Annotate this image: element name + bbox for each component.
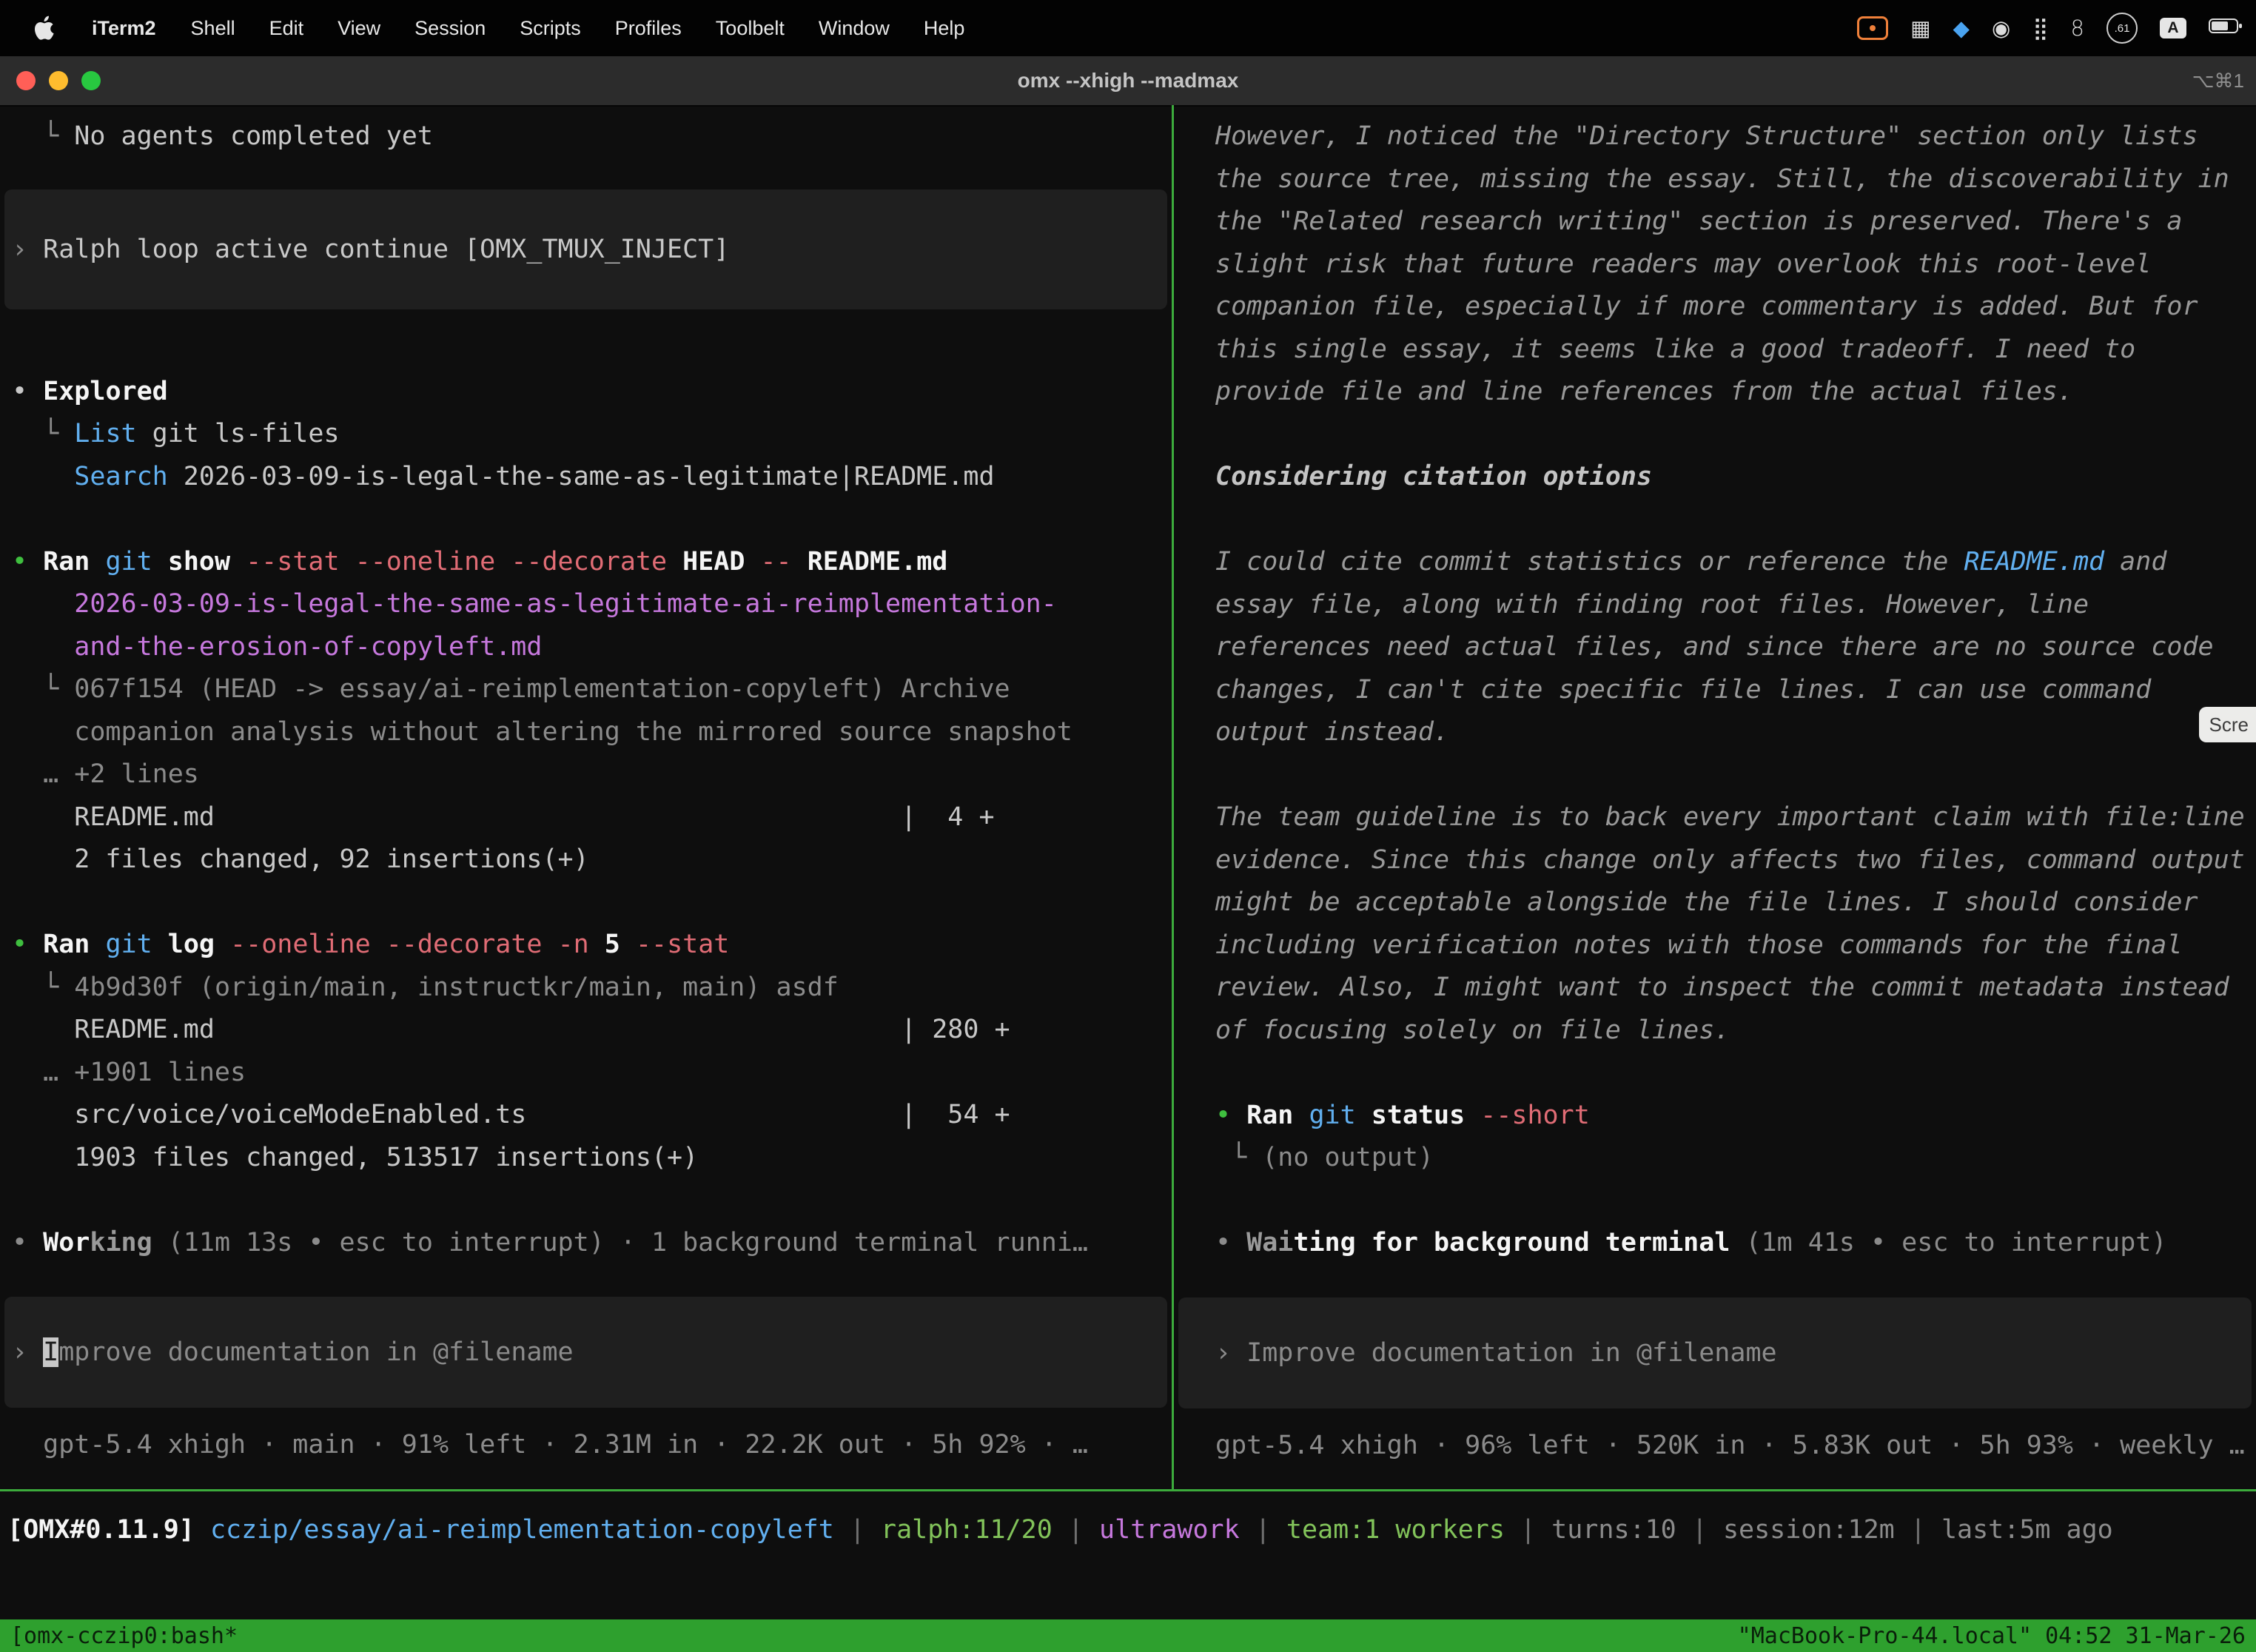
terminal-line: 1903 files changed, 513517 insertions(+)	[0, 1137, 1172, 1180]
pane-divider[interactable]	[1172, 105, 1174, 1491]
terminal-line: … +1901 lines	[0, 1052, 1172, 1095]
terminal-line: README.md | 280 +	[0, 1009, 1172, 1052]
terminal-line: including verification notes with those …	[1174, 924, 2256, 967]
terminal-line: evidence. Since this change only affects…	[1174, 839, 2256, 882]
terminal-line: companion analysis without altering the …	[0, 711, 1172, 754]
terminal-line: └ 067f154 (HEAD -> essay/ai-reimplementa…	[0, 668, 1172, 711]
menu-item[interactable]: View	[320, 17, 397, 40]
title-bar: omx --xhigh --madmax ⌥⌘1	[0, 56, 2256, 107]
terminal-line: The team guideline is to back every impo…	[1174, 796, 2256, 839]
input-source-icon[interactable]: A	[2160, 18, 2186, 38]
keyhole-status-icon[interactable]: 8	[2071, 18, 2084, 39]
terminal-line: the source tree, missing the essay. Stil…	[1174, 158, 2256, 201]
dots-grid-icon[interactable]: ⣿	[2032, 18, 2048, 39]
menu-item[interactable]: Toolbelt	[699, 17, 802, 40]
terminal-line: gpt-5.4 xhigh · 96% left · 520K in · 5.8…	[1174, 1425, 2256, 1468]
battery-gauge-label: .61	[2115, 22, 2130, 35]
terminal-line: • Working (11m 13s • esc to interrupt) ·…	[0, 1222, 1172, 1265]
menu-items: ShellEditViewSessionScriptsProfilesToolb…	[174, 17, 982, 40]
terminal-line: provide file and line references from th…	[1174, 371, 2256, 414]
terminal-line: 2026-03-09-is-legal-the-same-as-legitima…	[0, 583, 1172, 626]
terminal-blank-line	[1174, 754, 2256, 797]
terminal-line: companion file, especially if more comme…	[1174, 286, 2256, 329]
terminal-blank-line	[0, 498, 1172, 541]
terminal-blank-line	[1174, 1180, 2256, 1223]
terminal-line: └ 4b9d30f (origin/main, instructkr/main,…	[0, 967, 1172, 1010]
screen-recording-icon[interactable]	[1857, 16, 1888, 40]
terminal-line: 2 files changed, 92 insertions(+)	[0, 839, 1172, 882]
menu-item[interactable]: Profiles	[598, 17, 699, 40]
terminal-line: of focusing solely on file lines.	[1174, 1010, 2256, 1052]
notice-box: › Ralph loop active continue [OMX_TMUX_I…	[4, 189, 1167, 309]
prompt-input[interactable]: › Improve documentation in @filename	[4, 1297, 1167, 1408]
terminal-line: src/voice/voiceModeEnabled.ts | 54 +	[0, 1094, 1172, 1137]
terminal-blank-line	[0, 882, 1172, 924]
window-title: omx --xhigh --madmax	[1018, 69, 1239, 93]
tmux-status-bar: [omx-cczip0:bash* "MacBook-Pro-44.local"…	[0, 1619, 2256, 1652]
traffic-lights	[16, 56, 101, 105]
minimize-button[interactable]	[49, 71, 68, 90]
pane-divider-horizontal[interactable]	[0, 1489, 2256, 1491]
close-button[interactable]	[16, 71, 36, 90]
blue-app-icon[interactable]: ◆	[1953, 18, 1970, 39]
terminal-line: and-the-erosion-of-copyleft.md	[0, 626, 1172, 669]
screen-share-chip-label: Scre	[2209, 713, 2249, 736]
terminal-line: └ (no output)	[1174, 1137, 2256, 1180]
terminal-line: Considering citation options	[1174, 456, 2256, 499]
battery-icon[interactable]	[2209, 17, 2243, 40]
desktop: iTerm2 ShellEditViewSessionScriptsProfil…	[0, 0, 2256, 1652]
terminal-line: └ List git ls-files	[0, 413, 1172, 456]
circle-app-icon[interactable]: ◉	[1992, 18, 2010, 39]
terminal-line: references need actual files, and since …	[1174, 626, 2256, 669]
menu-item[interactable]: Window	[802, 17, 907, 40]
window-grid-icon[interactable]: ▦	[1910, 18, 1930, 39]
terminal-line: However, I noticed the "Directory Struct…	[1174, 115, 2256, 158]
terminal-line: output instead.	[1174, 711, 2256, 754]
terminal-line: • Ran git log --oneline --decorate -n 5 …	[0, 924, 1172, 967]
menu-item[interactable]: Scripts	[503, 17, 598, 40]
terminal-line: this single essay, it seems like a good …	[1174, 329, 2256, 372]
terminal-line: changes, I can't cite specific file line…	[1174, 669, 2256, 712]
terminal-line: … +2 lines	[0, 753, 1172, 796]
terminal-blank-line	[1174, 414, 2256, 457]
terminal-line: README.md | 4 +	[0, 796, 1172, 839]
tmux-session-label: [omx-cczip0:bash*	[10, 1623, 238, 1649]
terminal-line: essay file, along with finding root file…	[1174, 584, 2256, 627]
terminal-line: • Ran git status --short	[1174, 1095, 2256, 1138]
zoom-button[interactable]	[81, 71, 101, 90]
terminal-line: Search 2026-03-09-is-legal-the-same-as-l…	[0, 456, 1172, 499]
menu-bar: iTerm2 ShellEditViewSessionScriptsProfil…	[0, 0, 2256, 56]
terminal-line: • Ran git show --stat --oneline --decora…	[0, 541, 1172, 584]
menu-item[interactable]: Edit	[252, 17, 321, 40]
apple-menu-icon[interactable]	[25, 16, 74, 41]
terminal-line: might be acceptable alongside the file l…	[1174, 882, 2256, 924]
menu-bar-left: iTerm2 ShellEditViewSessionScriptsProfil…	[0, 16, 981, 41]
battery-gauge-icon[interactable]: .61	[2106, 13, 2138, 44]
terminal-blank-line	[1174, 499, 2256, 542]
tmux-host-clock: "MacBook-Pro-44.local" 04:52 31-Mar-26	[1738, 1623, 2246, 1649]
window-shortcut: ⌥⌘1	[2192, 56, 2244, 105]
terminal-line: I could cite commit statistics or refere…	[1174, 541, 2256, 584]
menu-item[interactable]: Help	[907, 17, 982, 40]
terminal-blank-line	[1174, 1052, 2256, 1095]
terminal-line: • Waiting for background terminal (1m 41…	[1174, 1222, 2256, 1265]
terminal-pane-right[interactable]: However, I noticed the "Directory Struct…	[1174, 105, 2256, 1489]
terminal-line: • Explored	[0, 371, 1172, 414]
terminal-blank-line	[0, 1179, 1172, 1222]
terminal-line: slight risk that future readers may over…	[1174, 244, 2256, 286]
terminal-line: └ No agents completed yet	[0, 115, 1172, 158]
terminal-line: the "Related research writing" section i…	[1174, 201, 2256, 244]
prompt-input[interactable]: › Improve documentation in @filename	[1178, 1297, 2252, 1408]
terminal-pane-left[interactable]: └ No agents completed yet › Ralph loop ac…	[0, 105, 1172, 1489]
menu-bar-status-icons: ▦ ◆ ◉ ⣿ 8 .61 A	[1857, 13, 2256, 44]
menu-app-name[interactable]: iTerm2	[74, 17, 174, 40]
menu-item[interactable]: Session	[397, 17, 503, 40]
menu-item[interactable]: Shell	[174, 17, 252, 40]
omx-status-line: [OMX#0.11.9] cczip/essay/ai-reimplementa…	[7, 1508, 2113, 1551]
input-source-label: A	[2167, 19, 2178, 37]
screen-share-chip[interactable]: Scre	[2199, 707, 2256, 742]
terminal-line: gpt-5.4 xhigh · main · 91% left · 2.31M …	[0, 1424, 1172, 1467]
terminal-line: review. Also, I might want to inspect th…	[1174, 967, 2256, 1010]
